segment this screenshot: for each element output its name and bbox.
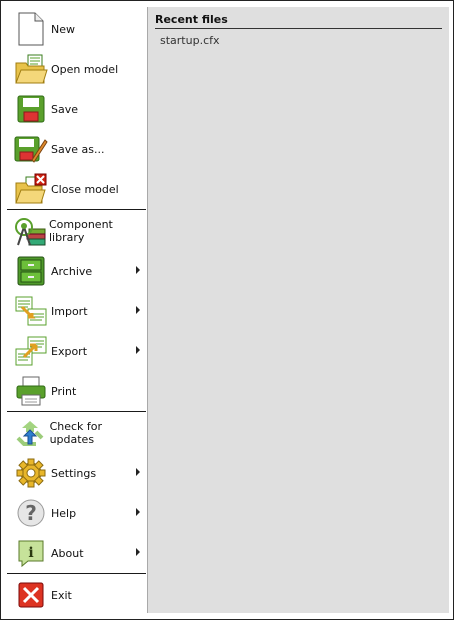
menu-item-close-model[interactable]: Close model bbox=[7, 169, 146, 209]
menu-item-label: Settings bbox=[51, 466, 97, 480]
menu-item-new[interactable]: New bbox=[7, 9, 146, 49]
file-menu-list: New Open model Save Save as... Close mod… bbox=[7, 7, 146, 613]
component-library-icon bbox=[13, 213, 47, 249]
save-icon bbox=[13, 91, 49, 127]
menu-item-import[interactable]: Import bbox=[7, 291, 146, 331]
menu-item-label: Close model bbox=[51, 182, 119, 196]
menu-separator bbox=[7, 573, 146, 574]
menu-item-label: Archive bbox=[51, 264, 93, 278]
info-icon: i bbox=[13, 535, 49, 571]
svg-text:i: i bbox=[28, 545, 33, 561]
menu-item-label: New bbox=[51, 22, 75, 36]
submenu-arrow-icon bbox=[136, 548, 140, 556]
recent-files-title: Recent files bbox=[155, 13, 442, 29]
svg-text:?: ? bbox=[25, 501, 37, 525]
submenu-arrow-icon bbox=[136, 508, 140, 516]
menu-item-label: Save bbox=[51, 102, 79, 116]
menu-item-print[interactable]: Print bbox=[7, 371, 146, 411]
recent-file-item[interactable]: startup.cfx bbox=[160, 34, 220, 47]
menu-item-save[interactable]: Save bbox=[7, 89, 146, 129]
menu-item-label: Component library bbox=[49, 218, 113, 244]
submenu-arrow-icon bbox=[136, 266, 140, 274]
menu-item-label: Import bbox=[51, 304, 88, 318]
submenu-arrow-icon bbox=[136, 306, 140, 314]
menu-item-archive[interactable]: Archive bbox=[7, 251, 146, 291]
new-document-icon bbox=[13, 11, 49, 47]
import-icon bbox=[13, 293, 49, 329]
menu-item-label: Exit bbox=[51, 588, 72, 602]
exit-x-icon bbox=[13, 577, 49, 613]
export-icon bbox=[13, 333, 49, 369]
recent-files-panel: Recent files startup.cfx bbox=[147, 7, 449, 613]
menu-item-label: Print bbox=[51, 384, 77, 398]
menu-item-settings[interactable]: Settings bbox=[7, 453, 146, 493]
menu-separator bbox=[7, 411, 146, 412]
update-recycle-icon bbox=[13, 415, 48, 451]
archive-cabinet-icon bbox=[13, 253, 49, 289]
submenu-arrow-icon bbox=[136, 468, 140, 476]
menu-item-label: Open model bbox=[51, 62, 119, 76]
menu-item-label: Help bbox=[51, 506, 77, 520]
open-folder-icon bbox=[13, 51, 49, 87]
menu-item-help[interactable]: ? Help bbox=[7, 493, 146, 533]
menu-item-exit[interactable]: Exit bbox=[7, 575, 146, 615]
submenu-arrow-icon bbox=[136, 346, 140, 354]
menu-item-export[interactable]: Export bbox=[7, 331, 146, 371]
menu-item-check-for-updates[interactable]: Check for updates bbox=[7, 413, 146, 453]
close-folder-icon bbox=[13, 171, 49, 207]
menu-item-about[interactable]: i About bbox=[7, 533, 146, 573]
menu-item-label: About bbox=[51, 546, 84, 560]
menu-separator bbox=[7, 209, 146, 210]
menu-item-open-model[interactable]: Open model bbox=[7, 49, 146, 89]
question-icon: ? bbox=[13, 495, 49, 531]
save-as-icon bbox=[13, 131, 49, 167]
menu-item-label: Save as... bbox=[51, 142, 105, 156]
menu-item-label: Check for updates bbox=[49, 420, 103, 446]
printer-icon bbox=[13, 373, 49, 409]
application-menu-window: New Open model Save Save as... Close mod… bbox=[0, 0, 454, 620]
gear-icon bbox=[13, 455, 49, 491]
menu-item-save-as[interactable]: Save as... bbox=[7, 129, 146, 169]
menu-item-component-library[interactable]: Component library bbox=[7, 211, 146, 251]
menu-item-label: Export bbox=[51, 344, 88, 358]
